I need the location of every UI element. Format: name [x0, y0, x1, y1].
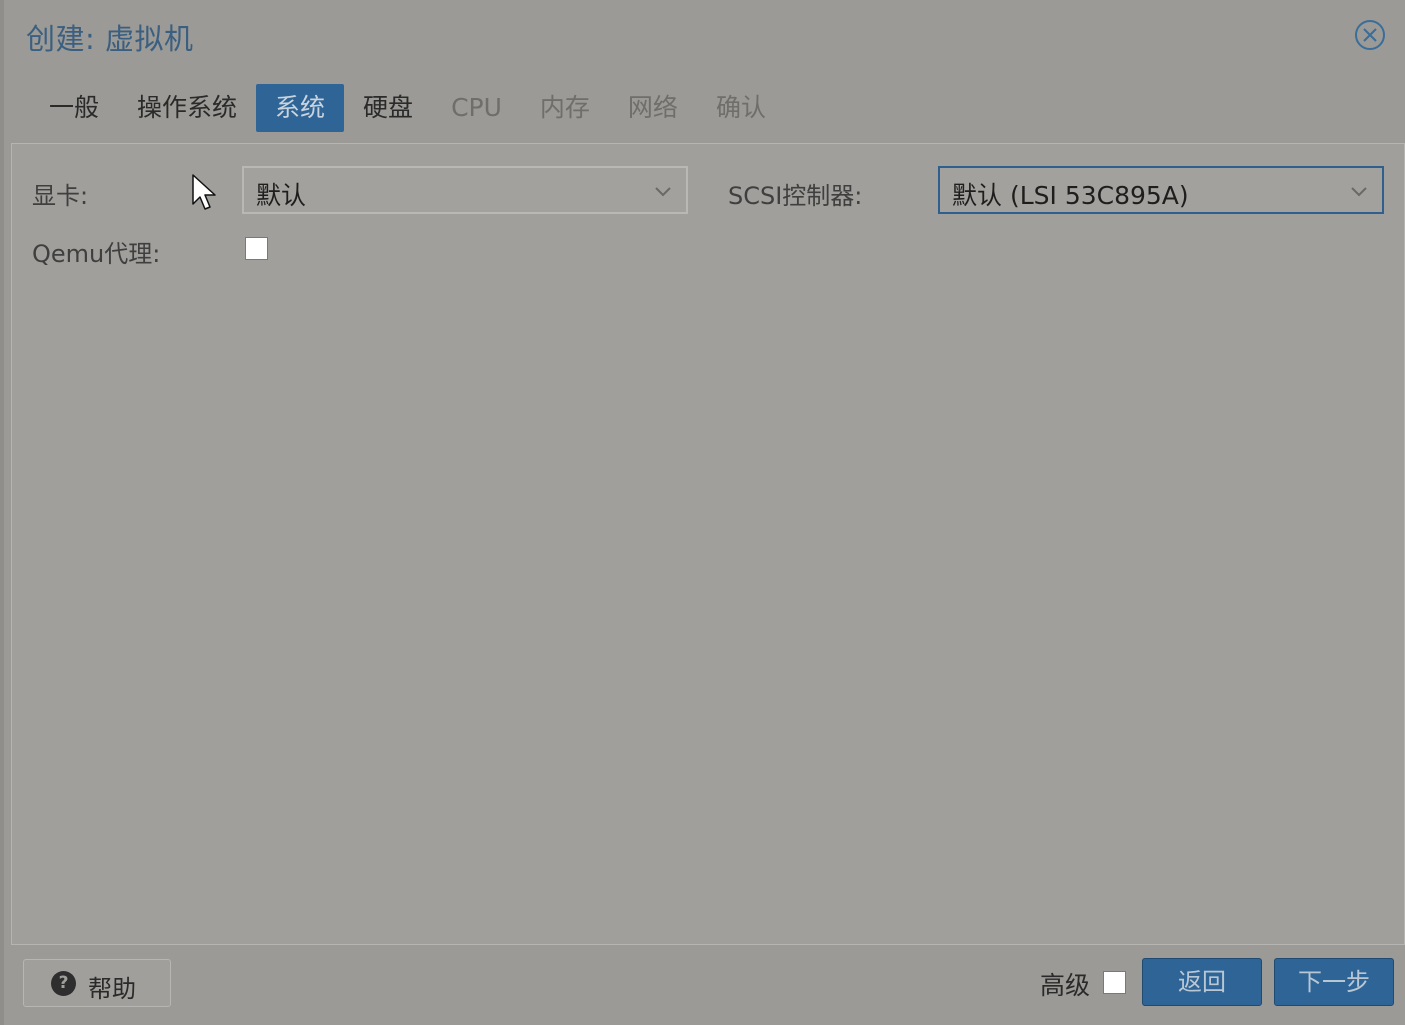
qemu-agent-checkbox[interactable] — [245, 237, 268, 260]
scsi-controller-value: 默认 (LSI 53C895A) — [952, 181, 1189, 210]
graphics-card-value: 默认 — [256, 181, 307, 210]
help-button[interactable]: ? 帮助 — [23, 959, 171, 1007]
create-vm-dialog: 创建: 虚拟机 一般 操作系统 系统 硬盘 CPU 内存 网络 确认 显卡: 默… — [0, 0, 1405, 1025]
system-panel — [11, 143, 1405, 945]
qemu-agent-label: Qemu代理: — [32, 240, 161, 268]
back-button[interactable]: 返回 — [1142, 958, 1262, 1006]
wizard-tabs: 一般 操作系统 系统 硬盘 CPU 内存 网络 确认 — [30, 84, 785, 132]
advanced-checkbox[interactable] — [1103, 971, 1126, 994]
tab-disk[interactable]: 硬盘 — [344, 84, 432, 132]
help-label: 帮助 — [88, 975, 136, 1003]
next-button[interactable]: 下一步 — [1274, 958, 1394, 1006]
scsi-controller-label: SCSI控制器: — [728, 182, 863, 210]
question-circle-icon: ? — [51, 971, 76, 996]
advanced-label: 高级 — [1040, 971, 1091, 1000]
close-icon — [1363, 28, 1377, 42]
tab-cpu: CPU — [451, 93, 502, 122]
graphics-card-label: 显卡: — [32, 182, 89, 210]
scsi-controller-select[interactable]: 默认 (LSI 53C895A) — [938, 166, 1384, 214]
tab-system[interactable]: 系统 — [256, 84, 345, 132]
dialog-title: 创建: 虚拟机 — [26, 22, 194, 56]
chevron-down-icon — [655, 187, 671, 197]
tab-confirm: 确认 — [715, 93, 766, 122]
graphics-card-select[interactable]: 默认 — [242, 166, 688, 214]
close-button[interactable] — [1355, 20, 1385, 50]
tab-memory: 内存 — [539, 93, 590, 122]
tab-general[interactable]: 一般 — [30, 84, 118, 132]
mouse-pointer-icon — [192, 174, 216, 210]
tab-network: 网络 — [627, 93, 678, 122]
dialog-footer: ? 帮助 高级 返回 下一步 — [4, 945, 1405, 1025]
tab-os[interactable]: 操作系统 — [118, 84, 256, 132]
chevron-down-icon — [1351, 187, 1367, 197]
